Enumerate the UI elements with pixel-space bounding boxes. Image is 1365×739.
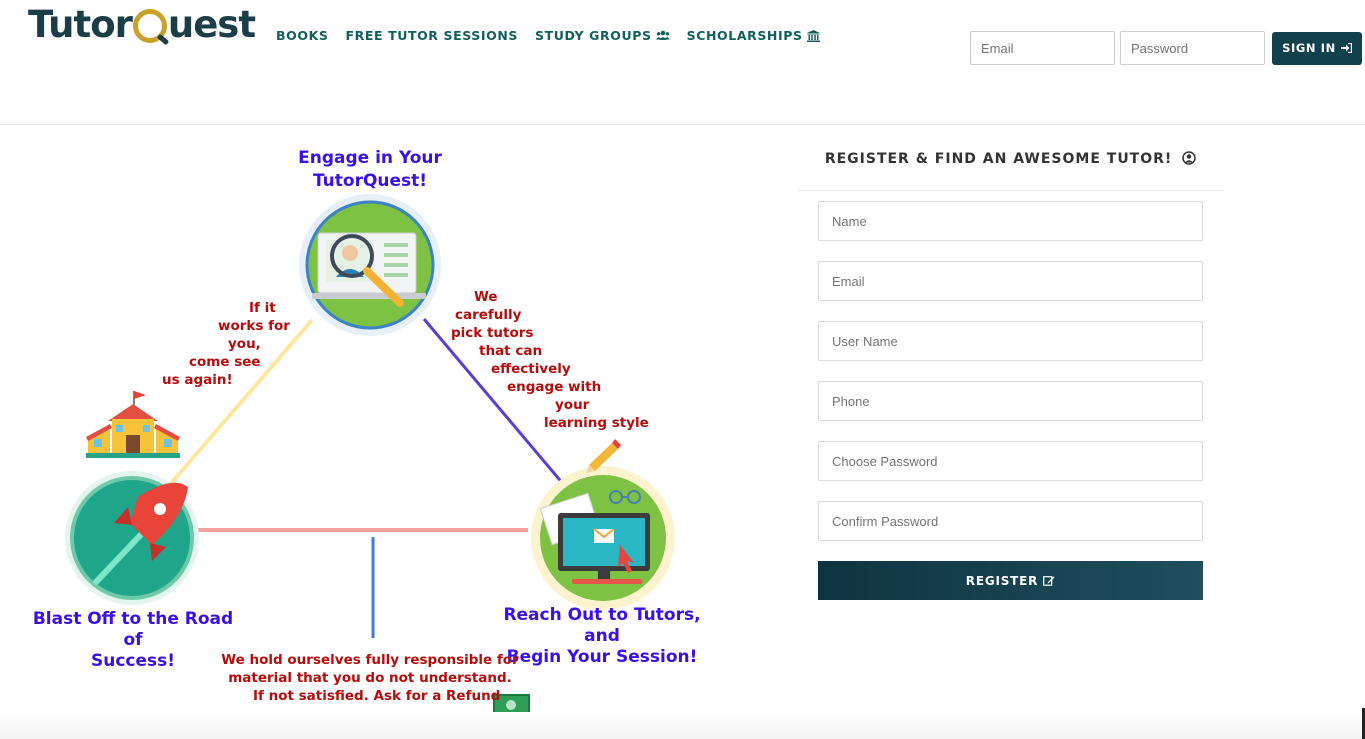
- register-button[interactable]: REGISTER: [818, 561, 1203, 600]
- right-note-line3: pick tutors: [451, 325, 534, 341]
- register-name-input[interactable]: [818, 201, 1203, 241]
- left-note-line3: you,: [228, 336, 261, 352]
- nav-books[interactable]: BOOKS: [276, 28, 328, 43]
- sign-in-button[interactable]: SIGN IN: [1272, 31, 1362, 65]
- main-nav: BOOKS FREE TUTOR SESSIONS STUDY GROUPS S…: [276, 28, 820, 43]
- register-phone-input[interactable]: [818, 381, 1203, 421]
- nav-books-label: BOOKS: [276, 28, 329, 43]
- register-button-label: REGISTER: [965, 573, 1039, 588]
- left-note-line5: us again!: [162, 372, 233, 388]
- nav-free-tutor-sessions[interactable]: FREE TUTOR SESSIONS: [345, 28, 518, 43]
- refund-note: We hold ourselves fully responsible for …: [210, 651, 530, 705]
- sign-in-label: SIGN IN: [1282, 41, 1336, 55]
- user-circle-icon: [1182, 151, 1196, 165]
- register-panel-title: REGISTER & FIND AN AWESOME TUTOR!: [797, 133, 1224, 191]
- left-note-line1: If it: [249, 300, 276, 316]
- register-email-input[interactable]: [818, 261, 1203, 301]
- left-note-line2: works for: [218, 318, 290, 334]
- users-icon: [655, 30, 670, 40]
- sign-in-icon: [1340, 43, 1352, 53]
- logo-text-a: Tutor: [28, 2, 133, 46]
- tutorquest-process-graphic: Engage in Your TutorQuest! Blast Off to …: [0, 125, 790, 739]
- institution-icon: [806, 29, 820, 42]
- login-password-input[interactable]: [1120, 31, 1265, 65]
- blast-off-title: Blast Off to the Road of Success!: [28, 609, 238, 672]
- engage-title: Engage in Your TutorQuest!: [270, 147, 470, 193]
- engage-title-line1: Engage in Your: [298, 148, 442, 168]
- right-note-line6: engage with: [507, 379, 602, 395]
- school-icon: [86, 391, 180, 458]
- login-email-input[interactable]: [970, 31, 1115, 65]
- edit-icon: [1043, 576, 1055, 586]
- register-password-input[interactable]: [818, 441, 1203, 481]
- nav-scholarships[interactable]: SCHOLARSHIPS: [687, 28, 820, 43]
- site-header: Tutor uest BOOKS FREE TUTOR SESSIONS STUD…: [0, 0, 1365, 125]
- reach-line1: Reach Out to Tutors, and: [503, 605, 701, 646]
- refund-note-line2: material that you do not understand.: [228, 670, 512, 686]
- engage-title-line2: TutorQuest!: [312, 171, 428, 191]
- register-title-text: REGISTER & FIND AN AWESOME TUTOR!: [824, 151, 1173, 167]
- login-form: SIGN IN: [970, 31, 1362, 65]
- nav-study-groups[interactable]: STUDY GROUPS: [535, 28, 670, 43]
- refund-note-line1: We hold ourselves fully responsible for: [221, 652, 519, 668]
- blast-line2: Success!: [90, 651, 176, 671]
- right-note-line7: your: [555, 397, 590, 413]
- tutorquest-logo[interactable]: Tutor uest: [28, 2, 256, 46]
- computer-illustration: [531, 466, 675, 610]
- magnifier-q-icon: [132, 9, 167, 43]
- register-confirm-password-input[interactable]: [818, 501, 1203, 541]
- page-footer-shade: [0, 712, 1365, 739]
- right-note-line2: carefully: [455, 307, 522, 323]
- nav-free-tutor-sessions-label: FREE TUTOR SESSIONS: [345, 28, 519, 43]
- right-note-line8: learning style: [544, 415, 649, 431]
- right-note-line1: We: [474, 289, 498, 305]
- nav-scholarships-label: SCHOLARSHIPS: [686, 28, 803, 43]
- right-note-line5: effectively: [491, 361, 571, 377]
- logo-text-b: uest: [167, 2, 256, 46]
- engage-illustration: [299, 194, 441, 336]
- nav-study-groups-label: STUDY GROUPS: [535, 28, 652, 43]
- left-note-line4: come see: [189, 354, 261, 370]
- right-note-line4: that can: [479, 343, 543, 359]
- blast-line1: Blast Off to the Road of: [32, 609, 234, 650]
- refund-note-line3: If not satisfied. Ask for a Refund: [253, 688, 501, 704]
- register-username-input[interactable]: [818, 321, 1203, 361]
- rocket-illustration: [65, 471, 199, 605]
